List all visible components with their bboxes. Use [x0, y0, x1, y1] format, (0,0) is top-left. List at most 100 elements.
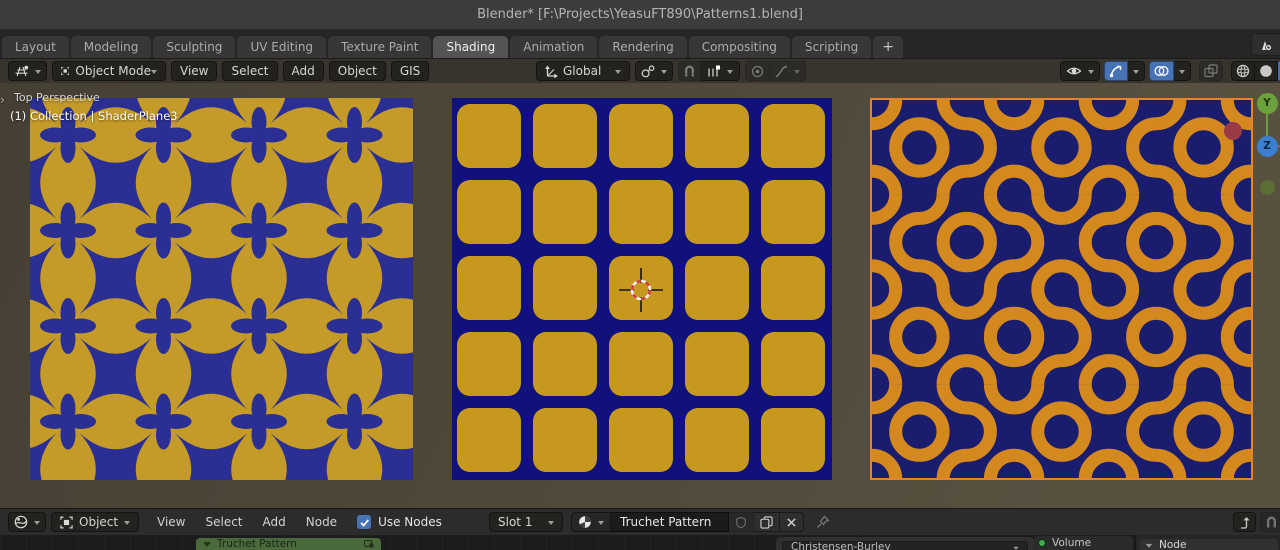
snap-to-dropdown[interactable]	[701, 61, 741, 81]
tab-rendering[interactable]: Rendering	[599, 36, 687, 58]
material-name-field[interactable]: Truchet Pattern	[611, 512, 729, 532]
tab-shading[interactable]: Shading	[433, 36, 509, 58]
material-slot-dropdown[interactable]: Slot 1	[489, 512, 563, 532]
overlays-dropdown[interactable]	[1174, 61, 1191, 81]
arrow-up-icon	[1241, 516, 1250, 529]
shader-editor-canvas[interactable]: Truchet Pattern Christensen-Burley Volum…	[0, 535, 1280, 550]
viewport-menu-gis[interactable]: GIS	[390, 61, 430, 81]
subsurface-method-value: Christensen-Burley	[791, 541, 891, 550]
chevron-down-icon	[727, 69, 734, 77]
scene-selector[interactable]	[1251, 33, 1280, 56]
material-browse-dropdown[interactable]	[571, 512, 611, 532]
shader-scope-value: Object	[79, 515, 119, 529]
viewport-menus: View Select Add Object GIS	[171, 61, 430, 81]
node-snap-toggle[interactable]	[1260, 512, 1280, 532]
object-icon	[60, 516, 73, 528]
gizmo-y-axis[interactable]: Y	[1256, 92, 1278, 114]
transform-orientation-dropdown[interactable]: Global	[536, 61, 631, 81]
truchet-group-node-header[interactable]: Truchet Pattern	[196, 538, 381, 550]
show-object-types-dropdown[interactable]	[1060, 61, 1100, 81]
tab-modeling[interactable]: Modeling	[70, 36, 152, 58]
pattern-plane-ornament[interactable]	[30, 98, 413, 480]
slot-value: Slot 1	[498, 515, 533, 529]
tab-layout[interactable]: Layout	[2, 36, 69, 58]
use-nodes-checkbox[interactable]	[357, 515, 372, 529]
mode-value: Object Mode	[75, 64, 151, 78]
node-group-icon	[364, 539, 374, 547]
gizmo-y-negative-axis[interactable]	[1259, 180, 1275, 195]
tab-scripting[interactable]: Scripting	[791, 36, 872, 58]
shader-menu-node[interactable]: Node	[297, 512, 346, 532]
pattern-plane-truchet[interactable]	[870, 98, 1253, 480]
viewport-menu-object[interactable]: Object	[328, 61, 386, 81]
pin-toggle[interactable]	[816, 515, 830, 529]
active-object-overlay: (1) Collection | ShaderPlane3	[10, 109, 178, 123]
tab-compositing[interactable]: Compositing	[688, 36, 790, 58]
show-gizmo-toggle[interactable]	[1104, 61, 1128, 81]
output-node[interactable]: Volume	[1033, 536, 1133, 550]
volume-socket[interactable]	[1038, 539, 1046, 547]
material-name-value: Truchet Pattern	[620, 515, 712, 529]
shader-menu-select[interactable]: Select	[196, 512, 251, 532]
shader-scope-dropdown[interactable]: Object	[51, 512, 139, 532]
magnet-icon	[1267, 516, 1276, 527]
chevron-down-icon	[598, 520, 604, 528]
shader-menu-view[interactable]: View	[148, 512, 194, 532]
tab-uv-editing[interactable]: UV Editing	[237, 36, 327, 58]
xray-toggle[interactable]	[1199, 61, 1223, 81]
chevron-down-icon	[548, 520, 554, 528]
shader-editor-type-button[interactable]	[8, 512, 46, 532]
shading-wireframe-button[interactable]	[1231, 61, 1255, 81]
chevron-down-icon	[1088, 69, 1094, 77]
shading-solid-button[interactable]	[1255, 61, 1278, 81]
chevron-down-icon	[124, 520, 130, 528]
node-panel-header[interactable]: Node	[1139, 539, 1278, 550]
shield-icon	[736, 516, 746, 528]
editor-type-button[interactable]	[8, 61, 47, 81]
pivot-point-dropdown[interactable]	[635, 61, 674, 81]
shader-editor-header: Object View Select Add Node Use Nodes Slot …	[0, 508, 1280, 535]
proportional-icon	[752, 65, 764, 77]
show-overlays-toggle[interactable]	[1149, 61, 1174, 81]
gizmo-dropdown[interactable]	[1128, 61, 1145, 81]
proportional-editing-toggle[interactable]	[745, 61, 771, 81]
use-nodes-toggle[interactable]: Use Nodes	[357, 515, 442, 529]
check-icon	[360, 518, 369, 527]
go-to-parent-node-tree-button[interactable]	[1233, 512, 1256, 532]
viewport-menu-select[interactable]: Select	[222, 61, 278, 81]
gizmo-z-axis[interactable]: Z	[1256, 135, 1278, 157]
subsurface-method-dropdown[interactable]: Christensen-Burley	[782, 541, 1028, 550]
xray-icon	[1204, 64, 1218, 78]
wireframe-sphere-icon	[1236, 64, 1250, 78]
snap-toggle[interactable]	[678, 61, 702, 81]
chevron-down-icon	[1013, 546, 1019, 550]
panel-collapse-icon	[1145, 543, 1153, 550]
viewport-menu-add[interactable]: Add	[282, 61, 324, 81]
3d-cursor	[619, 268, 663, 312]
add-workspace-button[interactable]: +	[873, 36, 904, 58]
fake-user-toggle[interactable]	[729, 512, 754, 532]
3d-viewport[interactable]: › Top Perspective (1) Collection | Shade…	[0, 83, 1280, 508]
viewport-menu-view[interactable]: View	[171, 61, 218, 81]
material-icon	[579, 516, 591, 528]
falloff-curve-icon	[776, 65, 788, 77]
unlink-material-button[interactable]	[780, 512, 804, 532]
pivot-icon	[641, 64, 655, 77]
tab-texture-paint[interactable]: Texture Paint	[328, 36, 432, 58]
bsdf-node[interactable]: Christensen-Burley	[776, 537, 1034, 550]
new-material-button[interactable]	[754, 512, 780, 532]
workspace-tabs: Layout Modeling Sculpting UV Editing Texture…	[2, 36, 873, 58]
solid-sphere-icon	[1260, 65, 1272, 77]
eye-icon	[1066, 67, 1082, 75]
tab-sculpting[interactable]: Sculpting	[153, 36, 236, 58]
mode-dropdown[interactable]: Object Mode	[52, 61, 166, 81]
tab-animation[interactable]: Animation	[510, 36, 598, 58]
window-title: Blender* [F:\Projects\YeasuFT890\Pattern…	[477, 7, 803, 22]
proportional-falloff-dropdown[interactable]	[770, 61, 807, 81]
collapse-triangle-icon[interactable]	[203, 541, 211, 550]
orientation-value: Global	[563, 64, 602, 78]
shader-menu-add[interactable]: Add	[254, 512, 295, 532]
sidebar-toggle-arrow[interactable]: ›	[0, 93, 5, 107]
chevron-down-icon	[661, 69, 668, 77]
chevron-down-icon	[151, 69, 157, 77]
